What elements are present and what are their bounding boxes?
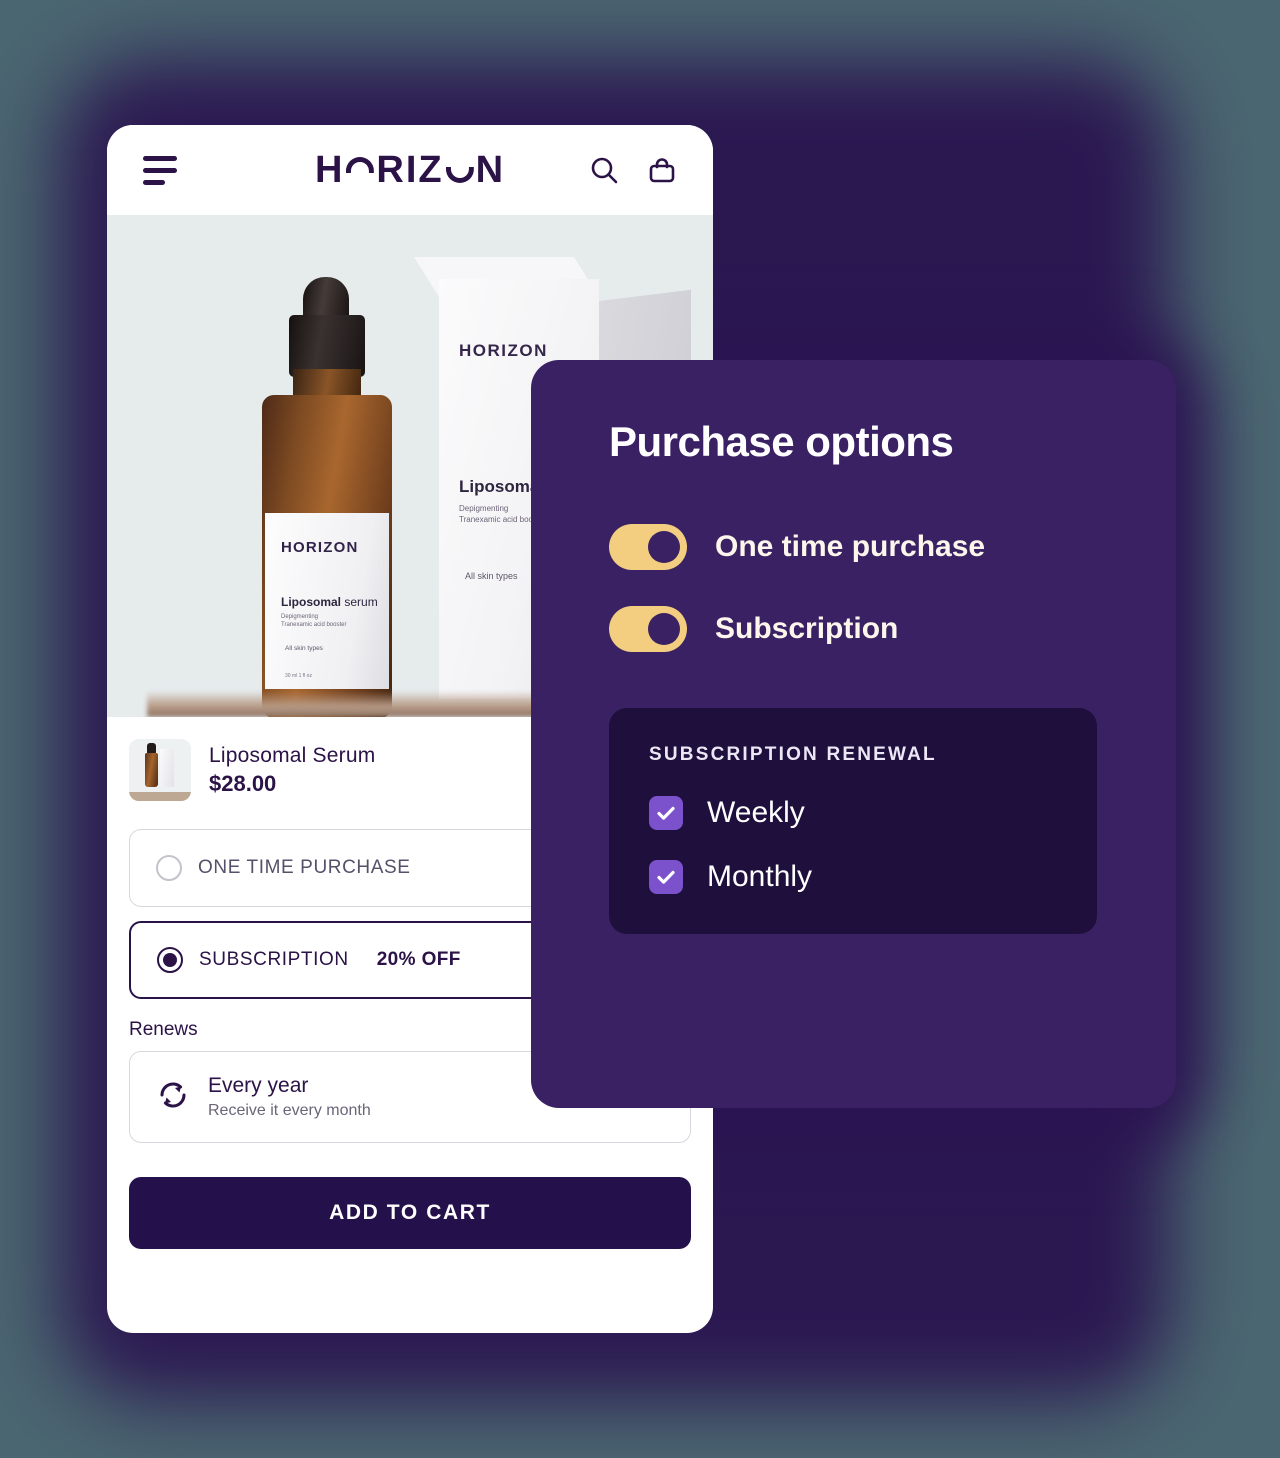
brand-logo-mid: RIZ [376, 148, 444, 191]
hamburger-line [143, 179, 165, 185]
subscription-renewal-title: SUBSCRIPTION RENEWAL [649, 744, 937, 765]
checkbox-weekly-label: Weekly [707, 796, 805, 829]
refresh-icon [156, 1078, 190, 1117]
shopping-bag-icon[interactable] [647, 155, 677, 185]
radio-subscription[interactable] [157, 947, 183, 973]
renewal-option-monthly[interactable]: Monthly [649, 860, 1057, 894]
option-subscription-label: SUBSCRIPTION [199, 949, 349, 970]
hamburger-icon[interactable] [143, 155, 183, 185]
bottle-label: HORIZON Liposomal serum Depigmenting Tra… [265, 513, 389, 689]
thumb-bottle [145, 753, 158, 787]
radio-one-time-purchase[interactable] [156, 855, 182, 881]
add-to-cart-button[interactable]: ADD TO CART [129, 1177, 691, 1249]
bottle-subtitle-line1: Depigmenting [281, 614, 319, 620]
brand-logo[interactable]: H RIZ N [315, 149, 505, 192]
renewal-option-weekly[interactable]: Weekly [649, 796, 1057, 830]
bottle-title-light: serum [341, 595, 378, 609]
checkbox-weekly[interactable] [649, 796, 683, 830]
thumb-ground [129, 792, 191, 801]
hamburger-line [143, 155, 177, 161]
toggle-row-one-time-purchase: One time purchase [609, 524, 1128, 570]
toggle-one-time-purchase-label: One time purchase [715, 530, 986, 563]
product-thumbnail[interactable] [129, 739, 191, 801]
purchase-options-panel: Purchase options One time purchase Subsc… [531, 360, 1176, 1108]
package-brand-text: HORIZON [459, 341, 548, 360]
product-texts: Liposomal Serum $28.00 [209, 744, 375, 797]
search-icon[interactable] [589, 155, 619, 185]
toggle-knob [648, 531, 680, 563]
bottle-brand-text: HORIZON [281, 539, 359, 556]
subscription-renewal-card: SUBSCRIPTION RENEWAL Weekly Monthly [609, 708, 1097, 934]
toggle-row-subscription: Subscription [609, 606, 1128, 652]
toggle-subscription[interactable] [609, 606, 687, 652]
discount-badge: 20% OFF [376, 949, 461, 970]
brand-logo-o-arc [346, 157, 375, 173]
brand-logo-prefix: H [314, 148, 345, 191]
product-name: Liposomal Serum [209, 743, 376, 767]
bottle-subtitle-line2: Tranexamic acid booster [281, 622, 347, 628]
thumb-package [160, 749, 174, 787]
product-price: $28.00 [209, 770, 277, 796]
add-to-cart-container: ADD TO CART [107, 1143, 713, 1279]
dropper-cap [289, 315, 365, 377]
bottle-volume: 30 ml 1 fl oz [285, 673, 312, 679]
toggle-one-time-purchase[interactable] [609, 524, 687, 570]
bottle-subtitle: Depigmenting Tranexamic acid booster [281, 613, 346, 629]
header-icons [589, 155, 677, 185]
toggle-knob [648, 613, 680, 645]
brand-logo-u-arc [445, 167, 474, 183]
brand-logo-suffix: N [475, 148, 506, 191]
checkbox-monthly[interactable] [649, 860, 683, 894]
toggle-subscription-label: Subscription [715, 612, 899, 645]
bottle-title-strong: Liposomal [281, 595, 342, 609]
package-skin-types: All skin types [465, 571, 518, 581]
option-one-time-label: ONE TIME PURCHASE [198, 857, 411, 878]
bottle-skin-types: All skin types [285, 645, 323, 652]
app-header: H RIZ N [107, 125, 713, 215]
bottle-title: Liposomal serum [281, 595, 378, 609]
radio-dot [163, 953, 177, 967]
checkbox-monthly-label: Monthly [707, 860, 813, 893]
hamburger-line [143, 167, 177, 173]
panel-title: Purchase options [609, 418, 954, 465]
